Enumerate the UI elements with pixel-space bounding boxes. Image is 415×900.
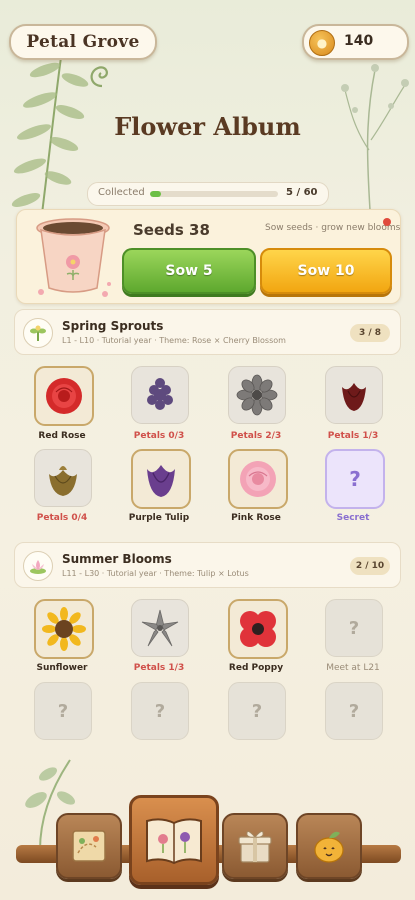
map-icon	[72, 830, 106, 862]
flower-label: Petals 0/3	[133, 431, 185, 441]
section-count: 3 / 8	[350, 324, 390, 342]
red-rose-icon	[46, 378, 82, 414]
nav-gift-button[interactable]	[222, 813, 288, 879]
flower-label: Meet at L21	[326, 663, 380, 673]
collection-progress: Collected 5 / 60	[87, 182, 329, 206]
locked-flower-tile[interactable]: ?	[131, 682, 189, 740]
locked-flower-tile[interactable]: ?	[325, 599, 383, 657]
seed-panel: Seeds 38 Sow seeds · grow new blooms Sow…	[16, 209, 401, 304]
coin-counter[interactable]: ● 140	[302, 24, 409, 60]
flower-tile[interactable]	[228, 449, 288, 509]
lilac-icon	[147, 378, 173, 410]
flower-tile[interactable]	[131, 366, 189, 424]
app-title-badge: Petal Grove	[9, 24, 157, 60]
sow-10-button[interactable]: Sow 10	[260, 248, 392, 294]
flower-tile[interactable]	[131, 449, 191, 509]
page-title: Flower Album	[114, 112, 301, 141]
notification-dot	[383, 218, 391, 226]
section-title: Spring Sprouts	[62, 319, 164, 333]
locked-flower-tile[interactable]: ?	[228, 682, 286, 740]
flower-label: Sunflower	[36, 663, 88, 673]
question-icon: ?	[154, 700, 166, 722]
flower-label: Petals 0/4	[36, 513, 88, 523]
seed-buddy-icon	[314, 831, 344, 863]
nav-album-button[interactable]	[129, 795, 219, 885]
question-icon: ?	[349, 467, 361, 491]
coin-value: 140	[344, 33, 374, 49]
lotus-icon	[23, 551, 53, 581]
locked-flower-tile[interactable]: ?	[34, 682, 92, 740]
collected-label: Collected	[98, 187, 145, 198]
red-poppy-icon	[240, 611, 276, 647]
section-header-summer[interactable]: Summer Blooms L11 - L30 · Tutorial year …	[14, 542, 401, 588]
flower-label: Petals 1/3	[327, 431, 379, 441]
question-icon: ?	[348, 617, 360, 639]
flower-label: Red Poppy	[228, 663, 284, 673]
section-count: 2 / 10	[350, 557, 390, 575]
flower-tile[interactable]	[325, 366, 383, 424]
question-icon: ?	[348, 700, 360, 722]
gift-box-icon	[238, 831, 272, 863]
question-icon: ?	[57, 700, 69, 722]
locked-flower-tile[interactable]: ?	[325, 682, 383, 740]
flower-tile[interactable]	[228, 599, 288, 659]
flower-label: Petals 2/3	[230, 431, 282, 441]
grey-lily-icon	[141, 609, 179, 647]
fern-curl-decoration	[90, 66, 108, 88]
collected-progress-bar	[150, 191, 278, 197]
flower-tile[interactable]	[34, 366, 94, 426]
section-meta: L1 - L10 · Tutorial year · Theme: Rose ×…	[62, 336, 286, 345]
flower-label: Secret	[336, 513, 370, 523]
purple-tulip-icon	[147, 465, 175, 497]
album-book-icon	[146, 818, 202, 865]
grey-dahlia-icon	[236, 374, 278, 416]
flower-label: Purple Tulip	[128, 513, 190, 523]
pink-rose-icon	[240, 461, 276, 497]
section-header-spring[interactable]: Spring Sprouts L1 - L10 · Tutorial year …	[14, 309, 401, 355]
section-meta: L11 - L30 · Tutorial year · Theme: Tulip…	[62, 569, 249, 578]
coin-icon: ●	[309, 30, 335, 56]
flower-tile[interactable]	[131, 599, 189, 657]
flower-tile[interactable]	[34, 599, 94, 659]
seeds-tip: Sow seeds · grow new blooms	[265, 223, 401, 233]
flower-tile[interactable]	[34, 449, 92, 507]
flower-label: Red Rose	[38, 431, 86, 441]
sprout-icon	[23, 318, 53, 348]
olive-rose-icon	[49, 466, 77, 496]
sow-5-button[interactable]: Sow 5	[122, 248, 256, 294]
seed-pot-icon	[36, 218, 111, 297]
section-title: Summer Blooms	[62, 552, 172, 566]
collected-count: 5 / 60	[286, 187, 318, 198]
sunflower-icon	[42, 607, 86, 651]
sow-5-label: Sow 5	[165, 263, 213, 279]
app-title: Petal Grove	[26, 32, 140, 52]
nav-buddy-button[interactable]	[296, 813, 362, 879]
collected-progress-fill	[150, 191, 161, 197]
flower-tile[interactable]	[228, 366, 286, 424]
dark-tulip-icon	[342, 383, 366, 411]
sow-10-label: Sow 10	[297, 263, 355, 279]
nav-map-button[interactable]	[56, 813, 122, 879]
flower-label: Petals 1/3	[133, 663, 185, 673]
question-icon: ?	[251, 700, 263, 722]
flower-label: Pink Rose	[231, 513, 281, 523]
secret-flower-tile[interactable]: ?	[325, 449, 385, 509]
seeds-count: Seeds 38	[133, 221, 210, 239]
